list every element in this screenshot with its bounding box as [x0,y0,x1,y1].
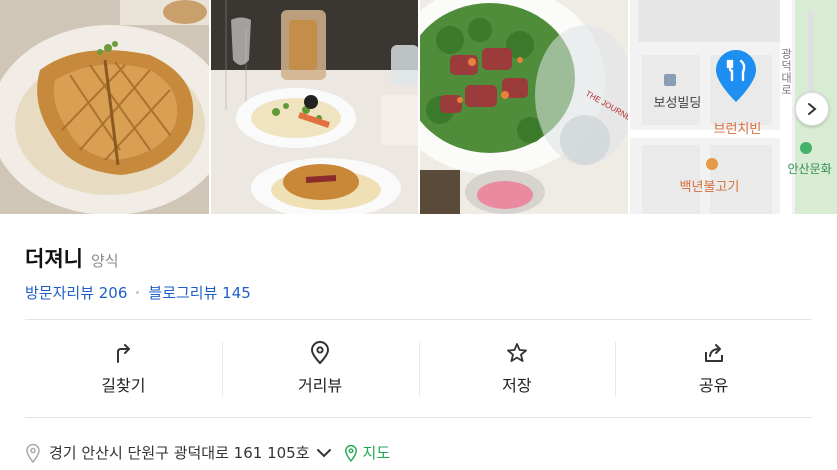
share-button[interactable]: 공유 [615,340,812,398]
table-dishes-illustration [210,0,418,214]
share-icon [702,340,726,366]
blog-reviews-link[interactable]: 블로그리뷰 145 [148,282,250,303]
place-name: 더져니 [25,247,83,271]
pie-dish-illustration [0,0,209,214]
directions-label: 길찾기 [101,376,146,395]
map-poi-brunchbin: 브런치빈 [713,122,762,137]
action-bar: 길찾기 거리뷰 저장 공유 [25,340,812,398]
map-poi-baeknyeon: 백년불고기 [680,158,739,195]
chevron-right-icon [808,103,817,115]
map-link[interactable]: 지도 [344,442,391,463]
map-poi-bosung: 보성빌딩 [654,74,701,111]
streetview-button[interactable]: 거리뷰 [221,340,419,398]
map-pin-icon [344,444,357,462]
chevron-down-icon[interactable] [316,447,332,459]
place-title-row: 더져니 양식 [25,243,119,273]
photo-strip: THE JOURNEY 보성빌딩 브런치빈 백년불고기 안산문화 광덕대로 [0,0,837,214]
photo-pie-dish[interactable] [0,0,209,214]
directions-button[interactable]: 길찾기 [25,340,222,398]
divider-bottom [25,417,812,418]
building-icon [663,74,676,86]
map-link-label: 지도 [362,444,391,462]
directions-icon [111,340,135,366]
share-label: 공유 [698,376,729,395]
park-icon [799,142,812,154]
star-icon [505,340,529,366]
restaurant-icon [705,158,718,170]
gallery-next-button[interactable] [795,92,829,126]
map-road-label: 광덕대로 [779,48,793,96]
streetview-label: 거리뷰 [298,376,343,395]
address-text: 경기 안산시 단원구 광덕대로 161 105호 [49,444,310,462]
save-label: 저장 [502,376,532,395]
visitor-reviews-link[interactable]: 방문자리뷰 206 [25,282,127,303]
divider-top [25,319,812,320]
review-row: 방문자리뷰 206 블로그리뷰 145 [25,282,251,303]
map-poi-ansan: 안산문화 [788,142,832,177]
photo-steak-salad[interactable]: THE JOURNEY [420,0,628,214]
address-pin-icon [25,443,41,463]
save-button[interactable]: 저장 [418,340,616,398]
photo-table-dishes[interactable] [210,0,418,214]
steak-salad-illustration: THE JOURNEY [420,0,628,214]
location-pin-icon [308,340,332,366]
place-category: 양식 [90,252,119,270]
map-marker-icon[interactable] [715,50,756,106]
separator-dot [136,291,140,294]
address-row: 경기 안산시 단원구 광덕대로 161 105호 지도 [25,442,390,463]
